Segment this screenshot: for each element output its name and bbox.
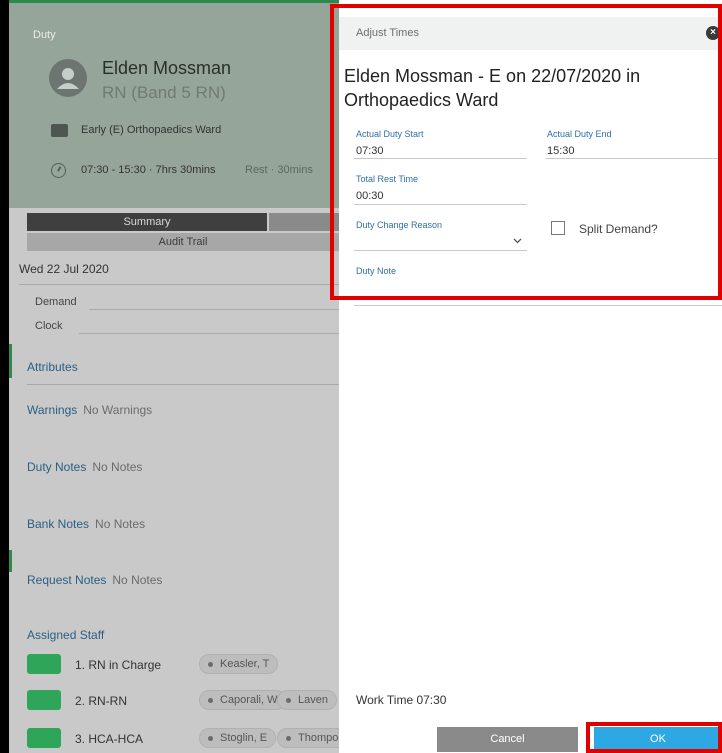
split-demand-checkbox[interactable]	[551, 221, 565, 235]
duty-notes-value: No Notes	[92, 460, 143, 474]
warnings-value: No Warnings	[83, 403, 153, 417]
actual-start-input[interactable]: 07:30	[356, 145, 384, 157]
warnings-title: Warnings No Warnings	[27, 403, 152, 417]
dialog-title: Adjust Times	[356, 27, 419, 39]
shift-time: 07:30 - 15:30 · 7hrs 30mins	[81, 164, 216, 176]
actual-end-label: Actual Duty End	[547, 129, 612, 139]
duty-panel: Duty Elden Mossman RN (Band 5 RN) Early …	[9, 0, 339, 753]
duty-note-label: Duty Note	[356, 266, 397, 276]
demand-label: Demand	[35, 296, 77, 308]
duty-notes-title: Duty Notes No Notes	[27, 460, 142, 474]
staff-chip[interactable]: Caporali, W	[199, 690, 287, 710]
staff-chip[interactable]: Laven	[277, 690, 337, 710]
staff-chip[interactable]: Keasler, T	[199, 654, 279, 674]
staff-chip[interactable]: Thompo	[277, 728, 339, 748]
actual-start-underline	[354, 158, 527, 159]
role-color-box	[27, 654, 61, 674]
dialog-heading: Elden Mossman - E on 22/07/2020 in Ortho…	[344, 66, 641, 110]
cancel-button[interactable]: Cancel	[437, 727, 578, 752]
demand-line	[89, 309, 339, 310]
shift-name: Early (E) Orthopaedics Ward	[81, 124, 222, 136]
divider	[27, 384, 339, 385]
status-strip	[9, 550, 12, 572]
actual-start-label: Actual Duty Start	[356, 129, 424, 139]
avatar	[49, 59, 87, 97]
tab-secondary[interactable]	[269, 213, 339, 231]
person-icon	[57, 68, 79, 89]
rest-time-input[interactable]: 00:30	[356, 190, 384, 202]
role-label: 2. RN-RN	[75, 694, 128, 708]
clock-line	[79, 333, 339, 334]
duty-header-label: Duty	[33, 29, 56, 41]
split-demand-label: Split Demand?	[579, 222, 658, 236]
work-time: Work Time 07:30	[356, 693, 447, 707]
ok-button[interactable]: OK	[594, 727, 722, 752]
change-reason-label: Duty Change Reason	[356, 220, 443, 230]
request-notes-label: Request Notes	[27, 573, 107, 587]
assigned-staff-title: Assigned Staff	[27, 628, 105, 642]
role-label: 3. HCA-HCA	[75, 732, 144, 746]
bank-notes-title: Bank Notes No Notes	[27, 517, 145, 531]
bank-notes-label: Bank Notes	[27, 517, 90, 531]
bank-notes-value: No Notes	[95, 517, 146, 531]
duty-date: Wed 22 Jul 2020	[19, 262, 109, 276]
staff-grade: RN (Band 5 RN)	[102, 83, 226, 102]
role-label: 1. RN in Charge	[75, 658, 162, 672]
clock-label: Clock	[35, 320, 63, 332]
actual-end-underline	[546, 158, 718, 159]
role-color-box	[27, 690, 61, 710]
role-color-box	[27, 728, 61, 748]
duty-note-underline	[354, 305, 722, 306]
duty-header: Duty Elden Mossman RN (Band 5 RN) Early …	[9, 3, 339, 208]
rest-time-label: Total Rest Time	[356, 174, 419, 184]
close-icon[interactable]: ×	[706, 26, 720, 40]
warnings-label: Warnings	[27, 403, 78, 417]
status-strip	[9, 344, 12, 378]
tab-audit-trail[interactable]: Audit Trail	[27, 233, 339, 251]
clock-icon	[51, 163, 66, 178]
attributes-title: Attributes	[27, 360, 78, 374]
adjust-times-dialog	[339, 0, 722, 753]
staff-name: Elden Mossman	[102, 58, 232, 78]
duty-notes-label: Duty Notes	[27, 460, 87, 474]
rest-time-underline	[354, 204, 527, 205]
change-reason-underline	[354, 250, 527, 251]
shift-color-icon	[51, 124, 68, 137]
chevron-down-icon[interactable]	[513, 236, 522, 245]
tab-summary[interactable]: Summary	[27, 213, 267, 231]
divider	[19, 284, 339, 285]
staff-chip[interactable]: Stoglin, E	[199, 728, 277, 748]
request-notes-title: Request Notes No Notes	[27, 573, 162, 587]
actual-end-input[interactable]: 15:30	[547, 145, 575, 157]
rest-time: Rest · 30mins	[245, 164, 313, 176]
request-notes-value: No Notes	[112, 573, 163, 587]
